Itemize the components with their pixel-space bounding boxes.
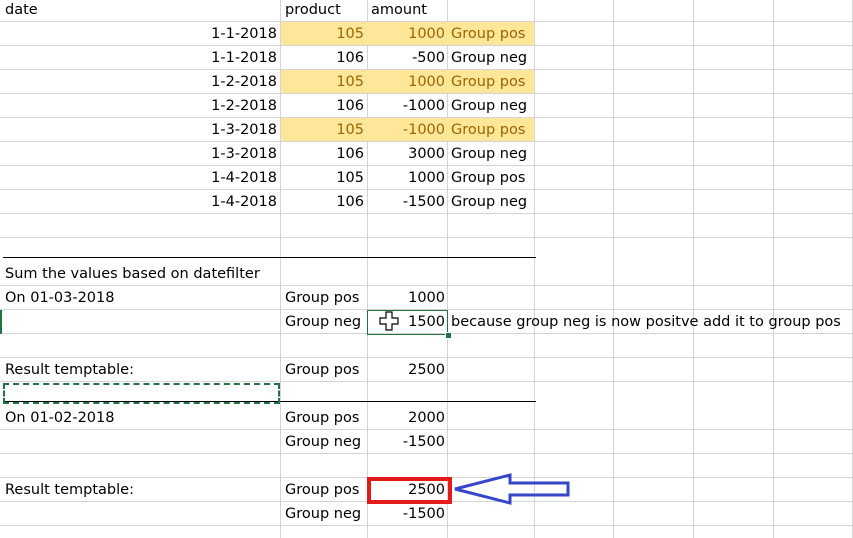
cell-group[interactable]: Group neg	[451, 190, 533, 214]
cell-product[interactable]: 106	[283, 142, 364, 166]
copy-marquee	[3, 383, 280, 404]
result2-pos-label[interactable]: Group pos	[285, 478, 365, 502]
filter1-note[interactable]: because group neg is now positve add it …	[451, 310, 851, 334]
cell-group[interactable]: Group pos	[451, 166, 533, 190]
result2-neg-value[interactable]: -1500	[369, 502, 445, 526]
filter2-neg-value[interactable]: -1500	[369, 430, 445, 454]
cell-group[interactable]: Group neg	[451, 142, 533, 166]
annotation-red-box	[367, 477, 452, 504]
filter1-pos-value[interactable]: 1000	[369, 286, 445, 310]
cell-product[interactable]: 105	[283, 22, 364, 46]
spreadsheet-grid[interactable]: date product amount 1-1-2018 105 1000 Gr…	[0, 0, 853, 538]
filter1-neg-label[interactable]: Group neg	[285, 310, 365, 334]
cell-amount[interactable]: 1000	[369, 22, 445, 46]
cell-product[interactable]: 105	[283, 166, 364, 190]
section-border	[3, 257, 536, 258]
result1-group[interactable]: Group pos	[285, 358, 365, 382]
cell-amount[interactable]: 1000	[369, 166, 445, 190]
filter1-pos-label[interactable]: Group pos	[285, 286, 365, 310]
cell-date[interactable]: 1-3-2018	[3, 118, 277, 142]
section-title[interactable]: Sum the values based on datefilter	[5, 262, 280, 286]
result2-label[interactable]: Result temptable:	[5, 478, 275, 502]
filter2-neg-label[interactable]: Group neg	[285, 430, 365, 454]
fill-handle[interactable]	[445, 332, 452, 339]
cell-date[interactable]: 1-4-2018	[3, 166, 277, 190]
cell-product[interactable]: 106	[283, 190, 364, 214]
cell-product[interactable]: 106	[283, 94, 364, 118]
cell-group[interactable]: Group neg	[451, 94, 533, 118]
cell-amount[interactable]: -1500	[369, 190, 445, 214]
filter2-pos-label[interactable]: Group pos	[285, 406, 365, 430]
cell-amount[interactable]: -1000	[369, 94, 445, 118]
filter2-label[interactable]: On 01-02-2018	[5, 406, 275, 430]
cell-amount[interactable]: 3000	[369, 142, 445, 166]
gridline	[773, 0, 774, 538]
cell-product[interactable]: 105	[283, 70, 364, 94]
header-amount[interactable]: amount	[371, 0, 445, 22]
cell-amount[interactable]: -1000	[369, 118, 445, 142]
header-date[interactable]: date	[5, 0, 275, 22]
result2-neg-label[interactable]: Group neg	[285, 502, 365, 526]
cell-amount[interactable]: -500	[369, 46, 445, 70]
cross-cursor-icon	[379, 311, 399, 331]
annotation-arrow-icon	[454, 473, 570, 505]
cell-product[interactable]: 106	[283, 46, 364, 70]
gridline	[613, 0, 614, 538]
cell-date[interactable]: 1-3-2018	[3, 142, 277, 166]
cell-date[interactable]: 1-2-2018	[3, 94, 277, 118]
cell-date[interactable]: 1-4-2018	[3, 190, 277, 214]
active-row-marker	[0, 310, 2, 334]
cell-date[interactable]: 1-2-2018	[3, 70, 277, 94]
cell-product[interactable]: 105	[283, 118, 364, 142]
gridline	[693, 0, 694, 538]
cell-group[interactable]: Group pos	[451, 118, 533, 142]
cell-date[interactable]: 1-1-2018	[3, 22, 277, 46]
cell-amount[interactable]: 1000	[369, 70, 445, 94]
filter1-label[interactable]: On 01-03-2018	[5, 286, 275, 310]
result1-value[interactable]: 2500	[369, 358, 445, 382]
cell-date[interactable]: 1-1-2018	[3, 46, 277, 70]
filter2-pos-value[interactable]: 2000	[369, 406, 445, 430]
header-product[interactable]: product	[285, 0, 365, 22]
gridline	[0, 237, 853, 238]
cell-group[interactable]: Group neg	[451, 46, 533, 70]
cell-group[interactable]: Group pos	[451, 70, 533, 94]
gridline	[534, 0, 535, 538]
result1-label[interactable]: Result temptable:	[5, 358, 275, 382]
cell-group[interactable]: Group pos	[451, 22, 533, 46]
